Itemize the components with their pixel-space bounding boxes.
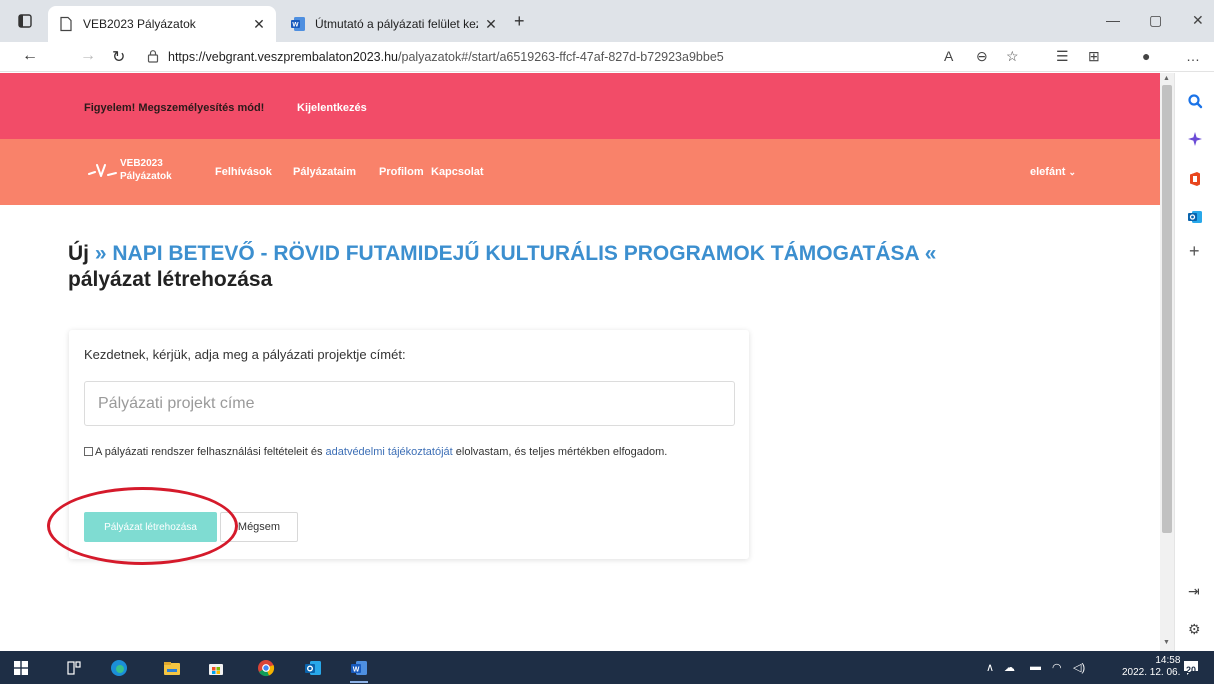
impersonation-bar: Figyelem! Megszemélyesítés mód! Kijelent… bbox=[0, 73, 1160, 139]
veb2023-logo-icon[interactable] bbox=[88, 163, 118, 179]
notification-count: 20 bbox=[1186, 665, 1197, 675]
scroll-up-icon[interactable]: ▲ bbox=[1163, 75, 1170, 82]
office-icon[interactable] bbox=[1187, 171, 1203, 187]
svg-text:W: W bbox=[353, 666, 360, 673]
task-view-icon[interactable] bbox=[65, 659, 83, 677]
tray-chevron-icon[interactable]: ∧ bbox=[986, 661, 994, 674]
user-name: elefánt bbox=[1030, 166, 1066, 178]
outlook-taskbar-icon[interactable] bbox=[304, 659, 322, 677]
zoom-icon[interactable]: ⊖ bbox=[976, 48, 988, 65]
consent-text-before: A pályázati rendszer felhasználási felté… bbox=[95, 446, 326, 458]
consent-checkbox[interactable] bbox=[84, 447, 93, 456]
nav-profilom[interactable]: Profilom bbox=[379, 166, 424, 178]
more-icon[interactable]: … bbox=[1186, 48, 1200, 64]
back-icon[interactable]: ← bbox=[22, 47, 38, 65]
close-tab-icon[interactable]: ✕ bbox=[252, 16, 266, 33]
title-prefix: Új bbox=[68, 242, 89, 265]
close-window-icon[interactable]: ✕ bbox=[1192, 12, 1204, 29]
clock-date: 2022. 12. 06. bbox=[1122, 667, 1181, 678]
search-icon[interactable] bbox=[1187, 93, 1203, 109]
add-sidebar-icon[interactable]: + bbox=[1189, 241, 1200, 262]
consent-text-after: elolvastam, és teljes mértékben elfogado… bbox=[452, 446, 668, 458]
edge-icon[interactable] bbox=[110, 659, 128, 677]
windows-taskbar: W ∧ ☁ ▬ ◠ ◁) 14:58 2022. 12. 06. 20 bbox=[0, 651, 1214, 684]
scrollbar-thumb[interactable] bbox=[1162, 85, 1172, 533]
refresh-icon[interactable]: ↻ bbox=[112, 47, 125, 67]
tab-title: VEB2023 Pályázatok bbox=[83, 17, 196, 31]
close-tab-icon[interactable]: ✕ bbox=[484, 16, 498, 33]
browser-tab-strip: VEB2023 Pályázatok ✕ W Útmutató a pályáz… bbox=[0, 0, 1214, 42]
nav-palyazataim[interactable]: Pályázataim bbox=[293, 166, 356, 178]
svg-text:W: W bbox=[292, 22, 299, 29]
nav-felhivasok[interactable]: Felhívások bbox=[215, 166, 272, 178]
logout-link[interactable]: Kijelentkezés bbox=[297, 102, 367, 114]
lock-icon[interactable] bbox=[147, 49, 159, 63]
page-title: Új » NAPI BETEVŐ - RÖVID FUTAMIDEJŰ KULT… bbox=[68, 241, 1078, 293]
favorites-icon[interactable]: ☰ bbox=[1056, 48, 1069, 65]
onedrive-icon[interactable]: ☁ bbox=[1004, 661, 1015, 674]
privacy-policy-link[interactable]: adatvédelmi tájékoztatóját bbox=[326, 446, 453, 458]
nav-kapcsolat[interactable]: Kapcsolat bbox=[431, 166, 484, 178]
word-icon: W bbox=[291, 17, 305, 31]
store-icon[interactable] bbox=[207, 659, 225, 677]
discover-icon[interactable] bbox=[1187, 131, 1203, 147]
page-icon bbox=[60, 16, 72, 32]
restore-icon[interactable]: ▢ bbox=[1149, 12, 1162, 29]
call-name: » NAPI BETEVŐ - RÖVID FUTAMIDEJŰ KULTURÁ… bbox=[94, 242, 937, 265]
edge-sidebar: + ⇥ ⚙ bbox=[1174, 73, 1214, 651]
logo-line2: Pályázatok bbox=[120, 171, 172, 182]
url-field[interactable]: https://vebgrant.veszprembalaton2023.hu/… bbox=[168, 50, 724, 64]
chevron-down-icon: ⌄ bbox=[1068, 167, 1077, 177]
notifications-button[interactable]: 20 bbox=[1181, 658, 1201, 678]
collections-icon[interactable]: ⊞ bbox=[1088, 48, 1100, 65]
volume-icon[interactable]: ◁) bbox=[1073, 661, 1085, 674]
tab-actions-icon[interactable] bbox=[16, 12, 34, 30]
new-tab-icon[interactable]: + bbox=[514, 12, 525, 30]
read-aloud-icon[interactable]: A bbox=[944, 48, 953, 64]
url-host: https://vebgrant.veszprembalaton2023.hu bbox=[168, 50, 399, 64]
battery-icon[interactable]: ▬ bbox=[1030, 661, 1041, 673]
tab-utmutato[interactable]: W Útmutató a pályázati felület keze ✕ bbox=[280, 6, 508, 42]
create-application-card: Kezdetnek, kérjük, adja meg a pályázati … bbox=[69, 330, 749, 559]
address-bar: ← → ↻ https://vebgrant.veszprembalaton20… bbox=[0, 42, 1214, 72]
main-navbar: VEB2023 Pályázatok Felhívások Pályázatai… bbox=[0, 139, 1160, 205]
wifi-icon[interactable]: ◠ bbox=[1052, 661, 1062, 674]
clock-time: 14:58 bbox=[1155, 655, 1181, 666]
system-clock[interactable]: 14:58 2022. 12. 06. bbox=[1122, 655, 1180, 679]
scroll-down-icon[interactable]: ▼ bbox=[1163, 639, 1170, 646]
windows-start-icon[interactable] bbox=[14, 661, 28, 675]
url-path: /palyazatok#/start/a6519263-ffcf-47af-82… bbox=[398, 50, 724, 64]
title-suffix: pályázat létrehozása bbox=[68, 268, 273, 291]
sidebar-settings-icon[interactable]: ⚙ bbox=[1188, 621, 1201, 638]
hide-sidebar-icon[interactable]: ⇥ bbox=[1188, 583, 1200, 600]
cancel-button[interactable]: Mégsem bbox=[220, 512, 298, 542]
logo-line1: VEB2023 bbox=[120, 158, 163, 169]
favorite-add-icon[interactable]: ☆ bbox=[1006, 48, 1019, 65]
site-logo-text[interactable]: VEB2023 Pályázatok bbox=[120, 157, 172, 183]
file-explorer-icon[interactable] bbox=[163, 659, 181, 677]
active-app-indicator bbox=[350, 681, 368, 683]
tab-veb2023[interactable]: VEB2023 Pályázatok ✕ bbox=[48, 6, 276, 42]
page-content: Figyelem! Megszemélyesítés mód! Kijelent… bbox=[0, 73, 1160, 651]
minimize-icon[interactable]: — bbox=[1106, 12, 1120, 28]
word-taskbar-icon[interactable]: W bbox=[350, 659, 368, 677]
create-application-button[interactable]: Pályázat létrehozása bbox=[84, 512, 217, 542]
consent-row: A pályázati rendszer felhasználási felté… bbox=[84, 446, 734, 459]
impersonation-warning: Figyelem! Megszemélyesítés mód! bbox=[84, 102, 265, 114]
tab-title: Útmutató a pályázati felület keze bbox=[315, 17, 478, 31]
user-menu[interactable]: elefánt ⌄ bbox=[1030, 166, 1076, 178]
chrome-icon[interactable] bbox=[257, 659, 275, 677]
title-prompt: Kezdetnek, kérjük, adja meg a pályázati … bbox=[84, 347, 406, 362]
forward-icon[interactable]: → bbox=[80, 47, 96, 65]
page-scrollbar[interactable]: ▲ ▼ bbox=[1160, 73, 1174, 651]
outlook-icon[interactable] bbox=[1187, 209, 1203, 225]
project-title-input[interactable] bbox=[84, 381, 735, 426]
profile-icon[interactable]: ● bbox=[1142, 48, 1150, 64]
